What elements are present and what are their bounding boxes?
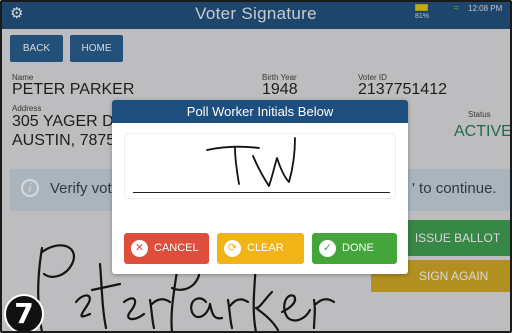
clear-label: CLEAR <box>247 242 284 254</box>
check-icon: ✓ <box>319 240 336 257</box>
cancel-label: CANCEL <box>154 242 199 254</box>
initials-drawing <box>206 137 296 187</box>
refresh-icon: ⟳ <box>224 240 241 257</box>
initials-modal: Poll Worker Initials Below ✕ CANCEL ⟳ CL… <box>112 100 408 274</box>
modal-title: Poll Worker Initials Below <box>112 100 408 123</box>
signature-line <box>133 192 390 193</box>
clear-button[interactable]: ⟳ CLEAR <box>217 233 304 264</box>
done-label: DONE <box>342 242 374 254</box>
done-button[interactable]: ✓ DONE <box>312 233 397 264</box>
cancel-button[interactable]: ✕ CANCEL <box>124 233 209 264</box>
initials-canvas[interactable] <box>124 133 396 199</box>
step-badge: 7 <box>4 294 44 331</box>
close-icon: ✕ <box>131 240 148 257</box>
app-frame: ⚙ Voter Signature 81% ≈ 12:08 PM BACK HO… <box>0 0 512 333</box>
